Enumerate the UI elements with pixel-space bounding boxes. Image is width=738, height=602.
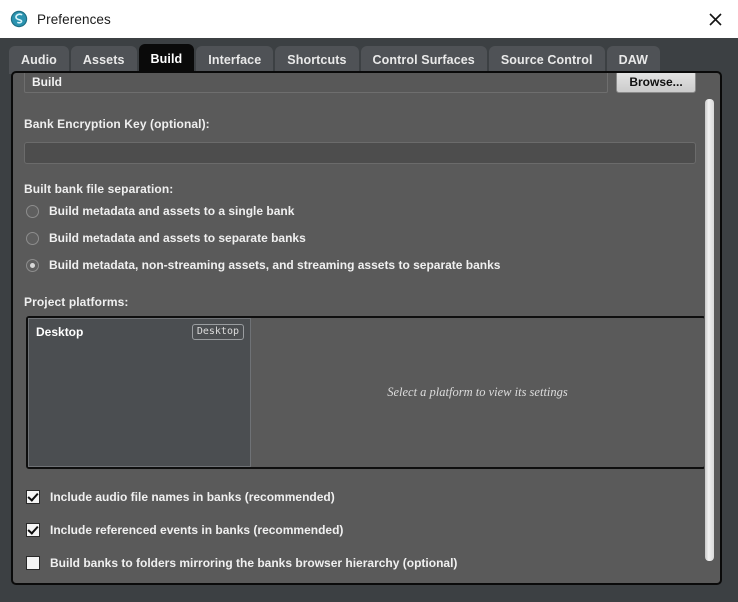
radio-indicator-icon bbox=[26, 231, 39, 245]
tab-label: Source Control bbox=[500, 53, 593, 67]
platform-name: Desktop bbox=[36, 325, 84, 339]
radio-label: Build metadata, non-streaming assets, an… bbox=[49, 258, 501, 272]
checkbox-indicator-icon bbox=[26, 556, 40, 570]
radio-streaming-separate-banks[interactable]: Build metadata, non-streaming assets, an… bbox=[26, 258, 500, 272]
tab-shortcuts[interactable]: Shortcuts bbox=[275, 46, 359, 74]
platform-list-item-desktop[interactable]: Desktop Desktop bbox=[29, 319, 250, 341]
build-settings-panel: Build Browse... Bank Encryption Key (opt… bbox=[11, 71, 722, 585]
titlebar-left-group: Preferences bbox=[0, 10, 692, 28]
platform-detail-pane: Select a platform to view its settings bbox=[251, 318, 704, 467]
panel-scrollbar-thumb[interactable] bbox=[705, 99, 714, 561]
radio-separate-banks[interactable]: Build metadata and assets to separate ba… bbox=[26, 231, 306, 245]
platform-badge: Desktop bbox=[191, 324, 244, 340]
checkbox-indicator-icon bbox=[26, 523, 40, 537]
bank-separation-label: Built bank file separation: bbox=[24, 182, 174, 196]
close-icon[interactable] bbox=[692, 0, 738, 38]
tab-daw[interactable]: DAW bbox=[606, 46, 661, 74]
project-platforms-label: Project platforms: bbox=[24, 295, 129, 309]
window-titlebar: Preferences bbox=[0, 0, 738, 38]
checkbox-label: Build banks to folders mirroring the ban… bbox=[50, 556, 458, 570]
tab-label: Shortcuts bbox=[287, 53, 347, 67]
radio-single-bank[interactable]: Build metadata and assets to a single ba… bbox=[26, 204, 294, 218]
build-path-input[interactable]: Build bbox=[24, 73, 608, 93]
tab-label: Audio bbox=[21, 53, 57, 67]
radio-label: Build metadata and assets to separate ba… bbox=[49, 231, 306, 245]
checkbox-include-referenced-events[interactable]: Include referenced events in banks (reco… bbox=[26, 523, 343, 537]
tab-label: Interface bbox=[208, 53, 262, 67]
radio-label: Build metadata and assets to a single ba… bbox=[49, 204, 295, 218]
project-platforms-box: Desktop Desktop Select a platform to vie… bbox=[26, 316, 706, 469]
fmod-logo-icon bbox=[10, 10, 28, 28]
checkbox-label: Include audio file names in banks (recom… bbox=[50, 490, 335, 504]
platform-list[interactable]: Desktop Desktop bbox=[28, 318, 251, 467]
checkbox-include-audio-file-names[interactable]: Include audio file names in banks (recom… bbox=[26, 490, 335, 504]
tab-build[interactable]: Build bbox=[138, 44, 195, 74]
platform-detail-hint: Select a platform to view its settings bbox=[387, 385, 568, 399]
tab-assets[interactable]: Assets bbox=[70, 46, 137, 74]
tab-label: Control Surfaces bbox=[372, 53, 475, 67]
bank-encryption-key-input[interactable] bbox=[24, 142, 696, 164]
browse-button[interactable]: Browse... bbox=[616, 73, 696, 93]
preferences-tabstrip: Audio Assets Build Interface Shortcuts C… bbox=[0, 38, 738, 74]
tab-audio[interactable]: Audio bbox=[9, 46, 69, 74]
bank-encryption-key-label: Bank Encryption Key (optional): bbox=[24, 117, 210, 131]
checkbox-indicator-icon bbox=[26, 490, 40, 504]
radio-indicator-icon bbox=[26, 258, 39, 272]
tab-label: Assets bbox=[82, 53, 125, 67]
radio-indicator-icon bbox=[26, 204, 39, 218]
tab-interface[interactable]: Interface bbox=[196, 46, 274, 74]
checkbox-label: Include referenced events in banks (reco… bbox=[50, 523, 344, 537]
window-title: Preferences bbox=[37, 11, 111, 27]
panel-scrollbar-track[interactable] bbox=[704, 75, 718, 581]
build-settings-content: Build Browse... Bank Encryption Key (opt… bbox=[13, 73, 720, 583]
tab-control-surfaces[interactable]: Control Surfaces bbox=[360, 46, 487, 74]
build-path-row: Build Browse... bbox=[24, 73, 696, 93]
checkbox-build-banks-to-folders[interactable]: Build banks to folders mirroring the ban… bbox=[26, 556, 457, 570]
tab-label: Build bbox=[150, 52, 183, 66]
tab-source-control[interactable]: Source Control bbox=[488, 46, 605, 74]
tab-label: DAW bbox=[618, 53, 649, 67]
